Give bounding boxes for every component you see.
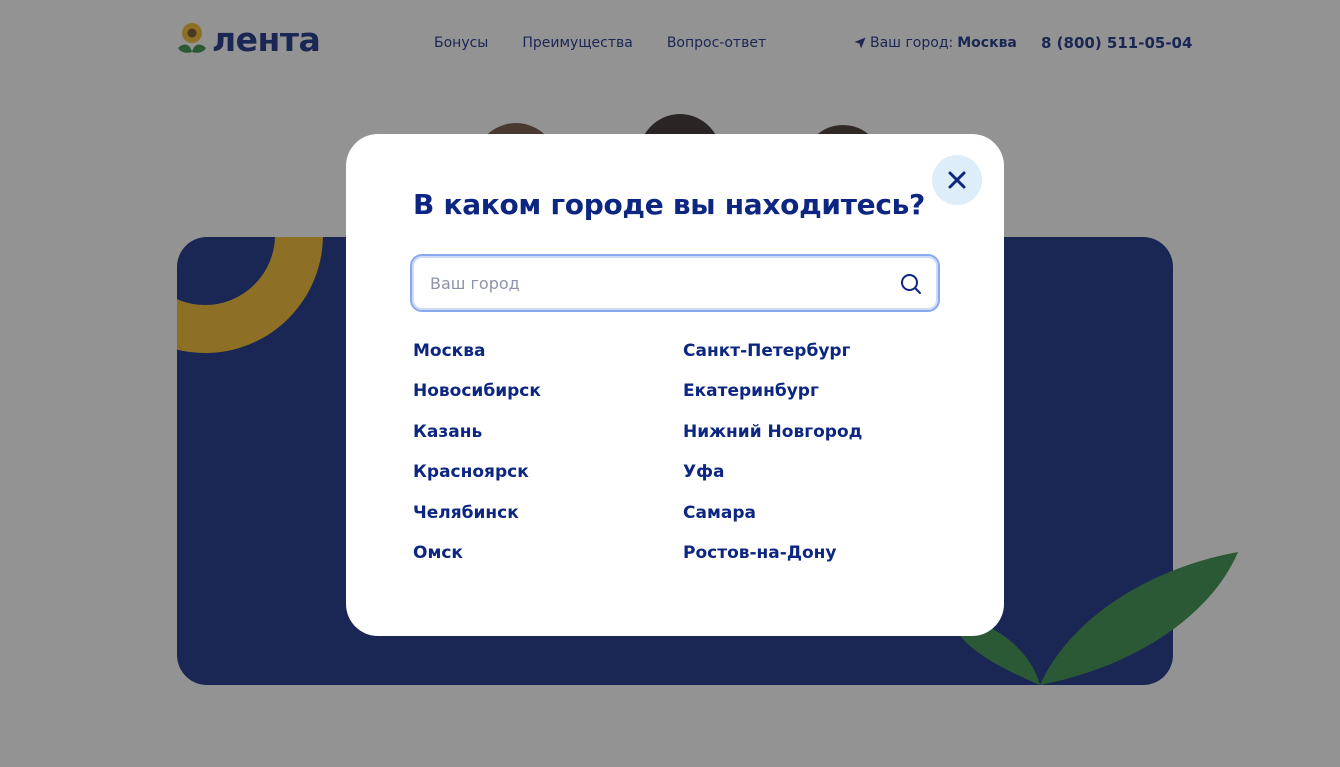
city-search-box xyxy=(410,254,940,312)
city-link-nizhny-novgorod[interactable]: Нижний Новгород xyxy=(683,421,953,443)
modal-title: В каком городе вы находитесь? xyxy=(413,188,925,221)
city-link-kazan[interactable]: Казань xyxy=(413,421,683,443)
city-link-moscow[interactable]: Москва xyxy=(413,340,683,362)
city-search-input[interactable] xyxy=(416,260,886,306)
city-link-saint-petersburg[interactable]: Санкт-Петербург xyxy=(683,340,953,362)
city-link-rostov-on-don[interactable]: Ростов-на-Дону xyxy=(683,542,953,564)
city-link-yekaterinburg[interactable]: Екатеринбург xyxy=(683,380,953,402)
city-link-chelyabinsk[interactable]: Челябинск xyxy=(413,502,683,524)
city-list: Москва Санкт-Петербург Новосибирск Екате… xyxy=(413,340,953,564)
city-link-omsk[interactable]: Омск xyxy=(413,542,683,564)
city-select-modal: В каком городе вы находитесь? Москва Сан… xyxy=(346,134,1004,636)
city-link-ufa[interactable]: Уфа xyxy=(683,461,953,483)
city-link-krasnoyarsk[interactable]: Красноярск xyxy=(413,461,683,483)
close-button[interactable] xyxy=(932,155,982,205)
city-link-novosibirsk[interactable]: Новосибирск xyxy=(413,380,683,402)
search-icon[interactable] xyxy=(900,273,922,295)
close-icon xyxy=(948,171,966,189)
city-link-samara[interactable]: Самара xyxy=(683,502,953,524)
